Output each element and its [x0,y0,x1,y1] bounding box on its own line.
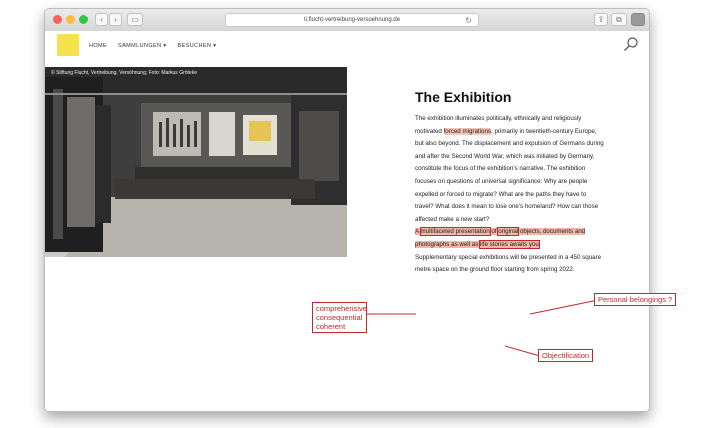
connector-line [504,345,541,357]
connector-line [529,299,599,315]
annotation-synonyms: comprehensive consequential coherent [312,302,367,333]
annotation-word: coherent [316,322,346,331]
annotation-word: consequential [316,313,363,322]
annotation-objectification: Objectification [538,349,594,362]
photo-caption: © Stiftung Flucht, Vertreibung, Versöhnu… [51,70,197,76]
annotation-personal-belongings: Personal belongings ? [594,293,677,306]
annotation-word: comprehensive [316,304,367,313]
annotation-connectors [358,299,599,357]
